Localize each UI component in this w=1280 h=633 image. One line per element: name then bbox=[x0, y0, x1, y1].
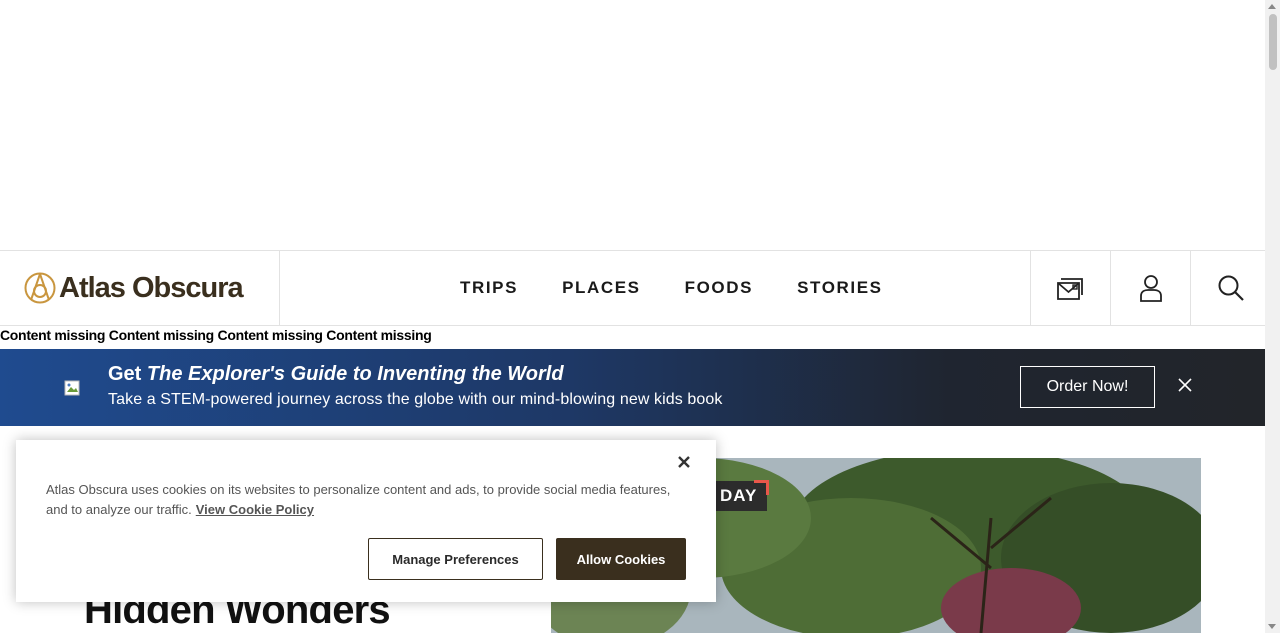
search-icon bbox=[1218, 275, 1244, 301]
divider bbox=[279, 251, 280, 325]
promo-subtitle: Take a STEM-powered journey across the g… bbox=[108, 391, 723, 408]
header-icons bbox=[1030, 251, 1270, 325]
manage-preferences-button[interactable]: Manage Preferences bbox=[368, 538, 543, 580]
search-button[interactable] bbox=[1190, 251, 1270, 325]
promo-book-title: The Explorer's Guide to Inventing the Wo… bbox=[146, 363, 564, 385]
allow-cookies-button[interactable]: Allow Cookies bbox=[556, 538, 686, 580]
nav-stories[interactable]: STORIES bbox=[797, 278, 883, 298]
scroll-up-icon[interactable] bbox=[1268, 4, 1276, 9]
missing-content-text: Content missing Content missing Content … bbox=[0, 327, 432, 343]
atlas-compass-icon bbox=[24, 272, 56, 304]
newsletter-button[interactable] bbox=[1030, 251, 1110, 325]
account-icon bbox=[1139, 275, 1162, 302]
ad-space bbox=[0, 0, 1265, 250]
scroll-thumb[interactable] bbox=[1269, 14, 1277, 70]
broken-image-icon bbox=[64, 380, 80, 396]
nav-foods[interactable]: FOODS bbox=[685, 278, 753, 298]
nav-trips[interactable]: TRIPS bbox=[460, 278, 518, 298]
logo[interactable]: Atlas Obscura bbox=[24, 271, 244, 305]
newsletter-icon bbox=[1056, 278, 1083, 300]
cookie-policy-link[interactable]: View Cookie Policy bbox=[196, 502, 314, 517]
site-header: Atlas Obscura TRIPS PLACES FOODS STORIES bbox=[0, 250, 1265, 326]
logo-text: Atlas Obscura bbox=[59, 271, 244, 304]
main-nav: TRIPS PLACES FOODS STORIES bbox=[460, 251, 927, 325]
account-button[interactable] bbox=[1110, 251, 1190, 325]
scrollbar[interactable] bbox=[1265, 0, 1280, 633]
promo-title: Get The Explorer's Guide to Inventing th… bbox=[108, 363, 564, 386]
promo-title-prefix: Get bbox=[108, 363, 147, 385]
badge-corner-accent bbox=[754, 480, 769, 495]
promo-banner: Get The Explorer's Guide to Inventing th… bbox=[0, 349, 1265, 426]
scroll-down-icon[interactable] bbox=[1268, 624, 1276, 629]
order-now-button[interactable]: Order Now! bbox=[1020, 366, 1155, 408]
nav-places[interactable]: PLACES bbox=[562, 278, 641, 298]
cookie-banner: Atlas Obscura uses cookies on its websit… bbox=[16, 440, 716, 602]
close-icon[interactable] bbox=[1177, 377, 1193, 393]
cookie-message: Atlas Obscura uses cookies on its websit… bbox=[46, 482, 671, 517]
close-icon[interactable] bbox=[676, 454, 692, 470]
cookie-text: Atlas Obscura uses cookies on its websit… bbox=[46, 480, 686, 520]
